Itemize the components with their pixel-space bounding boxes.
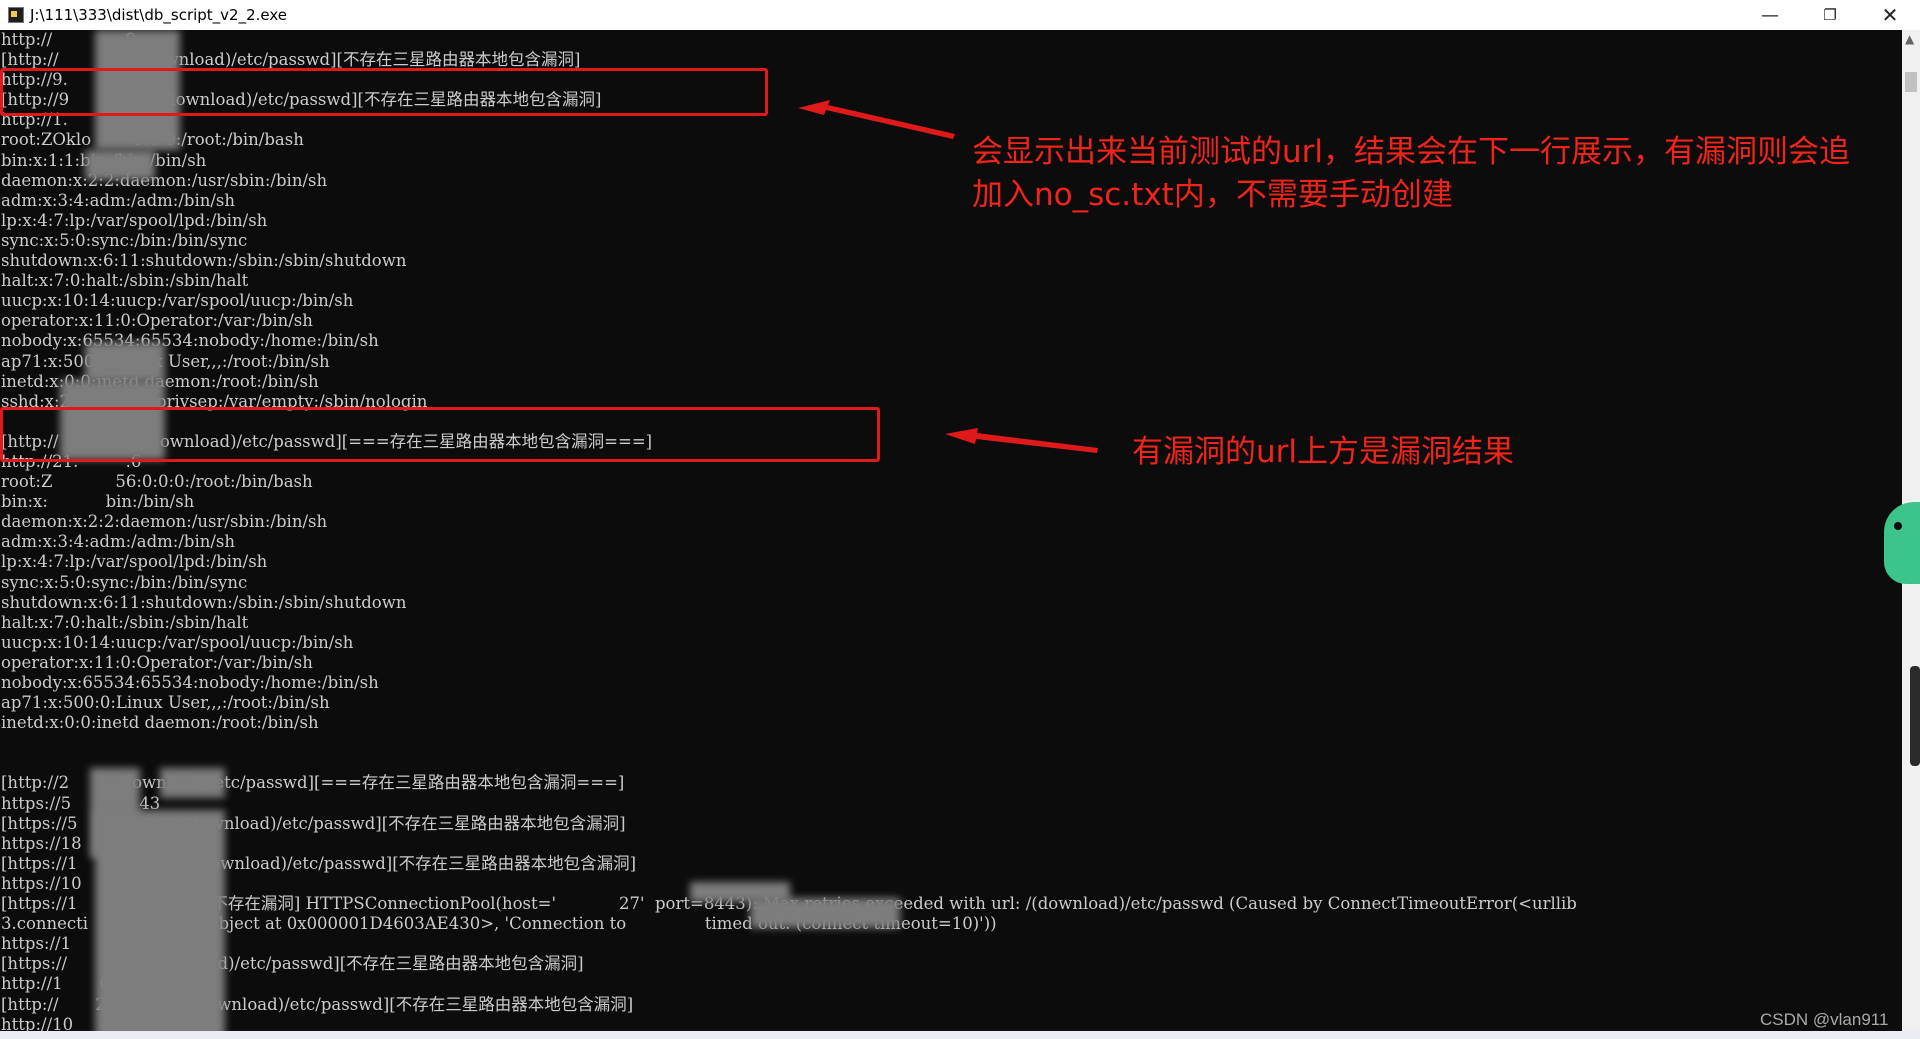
- annotation-note-1-line-2: 加入no_sc.txt内，不需要手动创建: [972, 177, 1453, 213]
- watermark: CSDN @vlan911: [1760, 1010, 1889, 1029]
- annotation-note-2: 有漏洞的url上方是漏洞结果: [1132, 434, 1515, 470]
- arrow-to-box-2: [945, 428, 1098, 453]
- annotation-note-1-line-1: 会显示出来当前测试的url，结果会在下一行展示，有漏洞则会追: [972, 134, 1851, 170]
- arrow-to-box-1: [798, 100, 955, 139]
